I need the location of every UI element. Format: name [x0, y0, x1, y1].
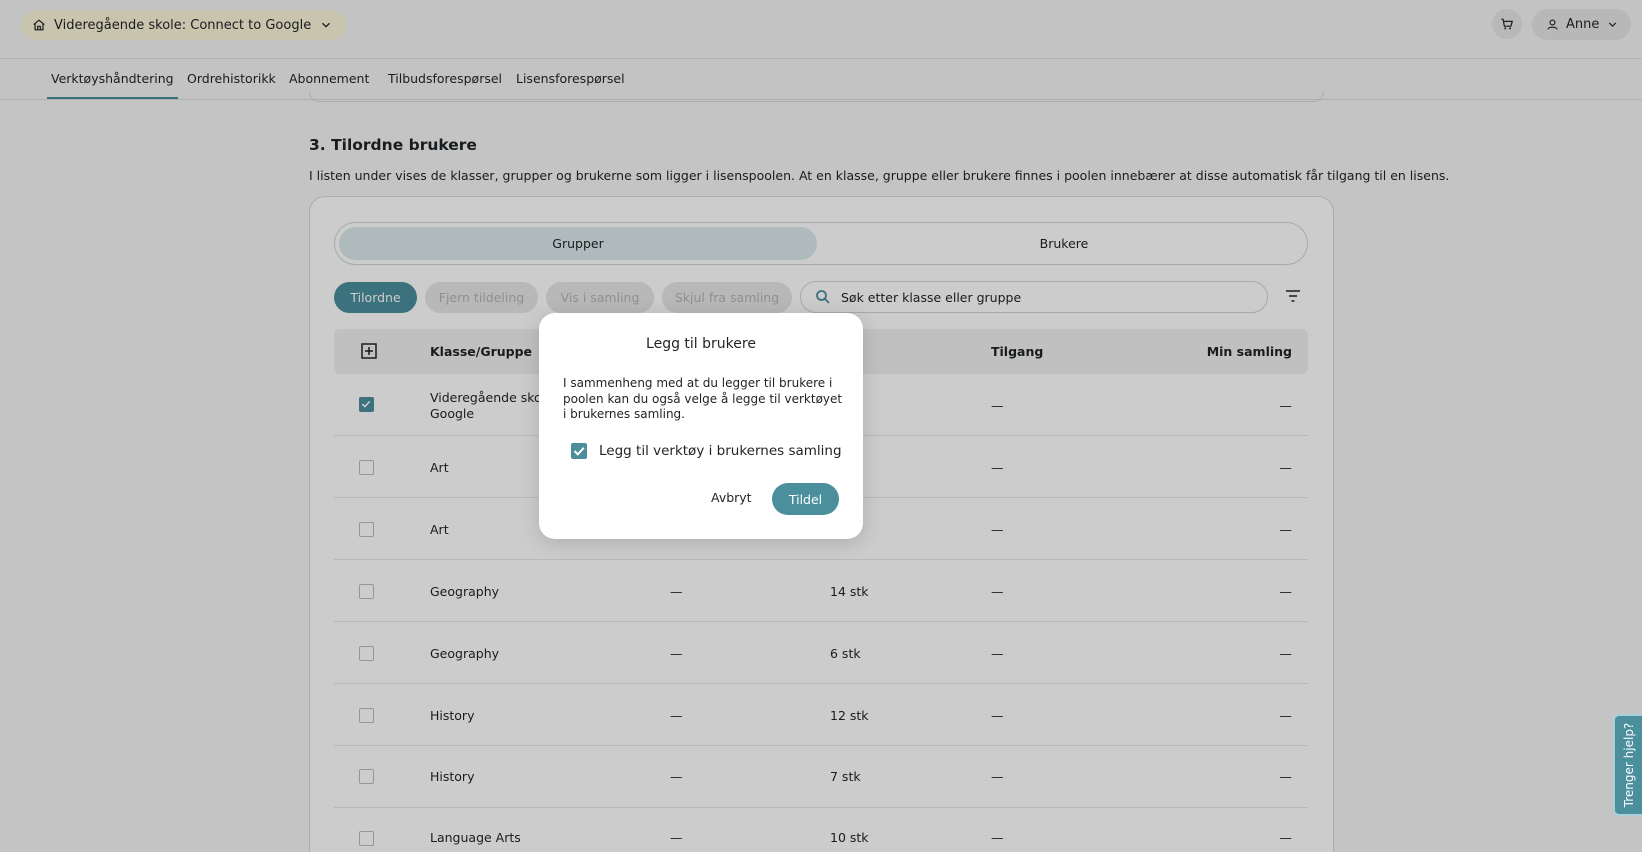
dialog-body: I sammenheng med at du legger til bruker…: [563, 376, 843, 421]
add-to-collection-label[interactable]: Legg til verktøy i brukernes samling: [599, 443, 842, 459]
add-to-collection-checkbox[interactable]: [571, 443, 587, 459]
checkmark-icon: [573, 447, 585, 456]
assign-confirm-button[interactable]: Tildel: [772, 483, 839, 515]
add-users-dialog: Legg til brukere I sammenheng med at du …: [539, 313, 863, 539]
cancel-button[interactable]: Avbryt: [711, 490, 752, 505]
help-label: Trenger hjelp?: [1621, 722, 1636, 808]
help-tab[interactable]: Trenger hjelp?: [1613, 714, 1642, 816]
dialog-title: Legg til brukere: [646, 336, 756, 352]
